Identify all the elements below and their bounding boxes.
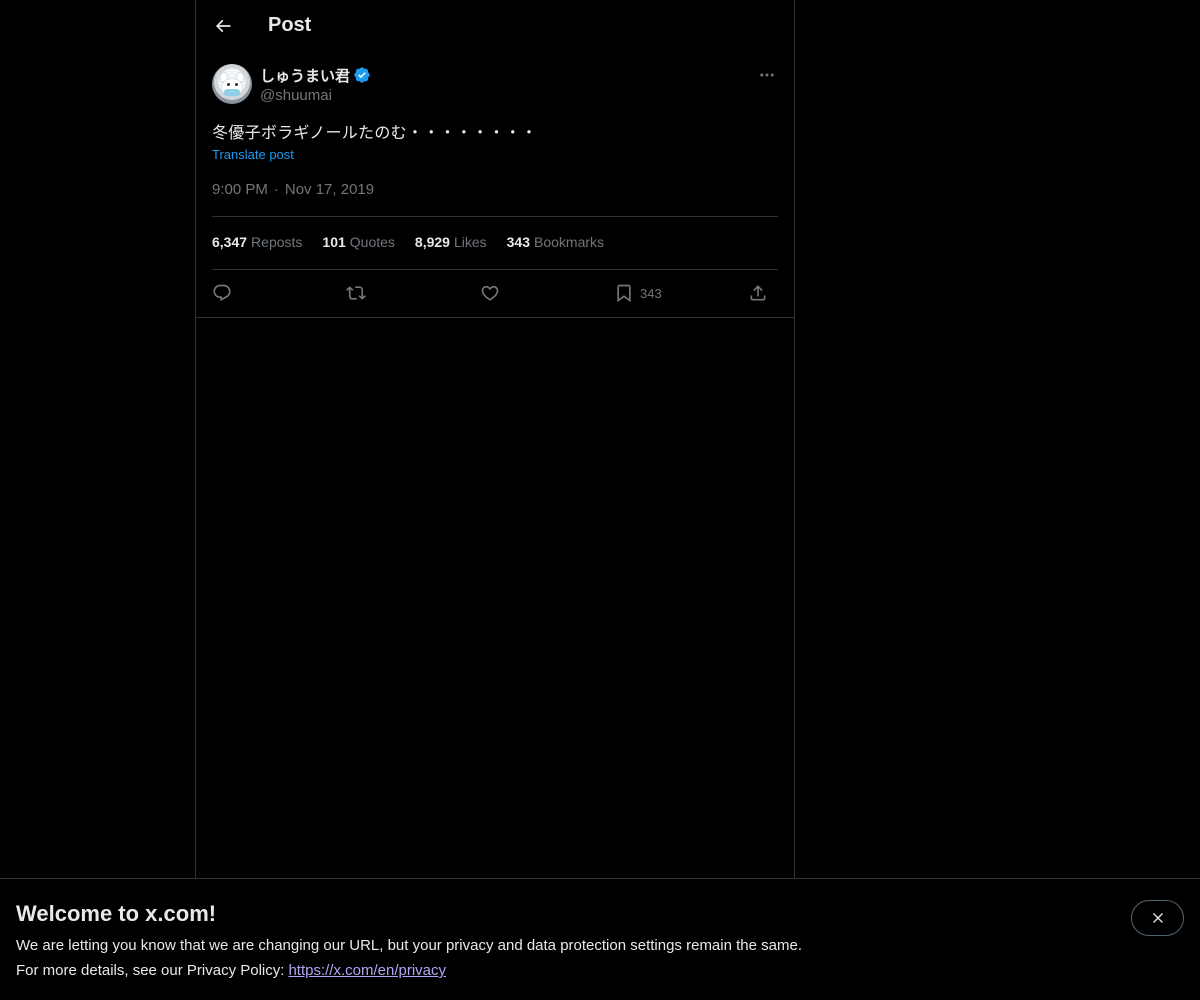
banner-policy-line: For more details, see our Privacy Policy… [16,962,446,979]
top-bar: Post [196,0,794,53]
reply-icon [213,284,231,302]
arrow-left-icon [215,19,231,33]
more-dots-icon [760,73,774,77]
welcome-banner: Welcome to x.com! We are letting you kno… [0,878,1200,1000]
divider [212,216,778,217]
bookmarks-stat[interactable]: 343 Bookmarks [507,234,604,250]
reply-button[interactable] [212,280,232,306]
display-name[interactable]: しゅうまい君 [260,65,350,86]
banner-close-button[interactable] [1131,900,1184,936]
post-time[interactable]: 9:00 PM [212,181,268,198]
avatar-eye [227,83,230,86]
close-icon [1152,913,1163,923]
bookmark-button[interactable]: 343 [614,280,662,306]
translate-post-link[interactable]: Translate post [212,147,294,162]
stat-value: 343 [506,234,530,250]
like-button[interactable] [480,280,500,306]
banner-title: Welcome to x.com! [16,901,217,926]
bookmark-icon [617,284,631,303]
post-author: しゅうまい君 @shuumai [212,64,778,108]
likes-stat[interactable]: 8,929 Likes [415,234,487,250]
more-options-button[interactable] [756,64,778,86]
banner-message: We are letting you know that we are chan… [16,937,802,954]
share-button[interactable] [748,280,768,306]
post-actions: 343 [212,280,778,306]
stat-label: Bookmarks [534,234,605,250]
stat-value: 101 [322,234,346,250]
heart-icon [481,285,499,301]
quotes-stat[interactable]: 101 Quotes [322,234,395,250]
post-date[interactable]: Nov 17, 2019 [285,181,374,198]
stat-value: 6,347 [212,234,248,250]
post-timestamp: 9:00 PM · Nov 17, 2019 [212,181,374,198]
share-icon [750,285,766,301]
stat-label: Reposts [251,234,303,250]
avatar-mask [224,89,240,96]
verified-badge-icon[interactable] [353,66,371,84]
author-names: しゅうまい君 @shuumai [260,64,371,104]
post-column: Post しゅうまい君 @shuumai 冬優子ボラギノールたのむ・・・・・・・… [195,0,795,879]
stat-label: Quotes [349,234,395,250]
timestamp-separator: · [273,181,279,198]
post-stats: 6,347 Reposts 101 Quotes 8,929 Likes 343 Boo… [212,234,604,250]
repost-icon [346,286,366,300]
page-title: Post [268,14,312,36]
banner-policy-text: For more details, see our Privacy Policy… [16,962,285,979]
divider [212,269,778,270]
stat-label: Likes [453,234,487,250]
back-button[interactable] [206,9,240,43]
stat-value: 8,929 [414,234,450,250]
divider [196,317,794,318]
author-handle[interactable]: @shuumai [260,87,371,104]
repost-button[interactable] [346,280,366,306]
avatar-eye [235,83,238,86]
post-text: 冬優子ボラギノールたのむ・・・・・・・・ [212,123,538,142]
bookmark-count: 343 [640,285,662,301]
privacy-policy-link[interactable]: https://x.com/en/privacy [288,962,446,979]
display-name-row: しゅうまい君 [260,64,371,86]
avatar[interactable] [212,64,252,104]
reposts-stat[interactable]: 6,347 Reposts [212,234,302,250]
